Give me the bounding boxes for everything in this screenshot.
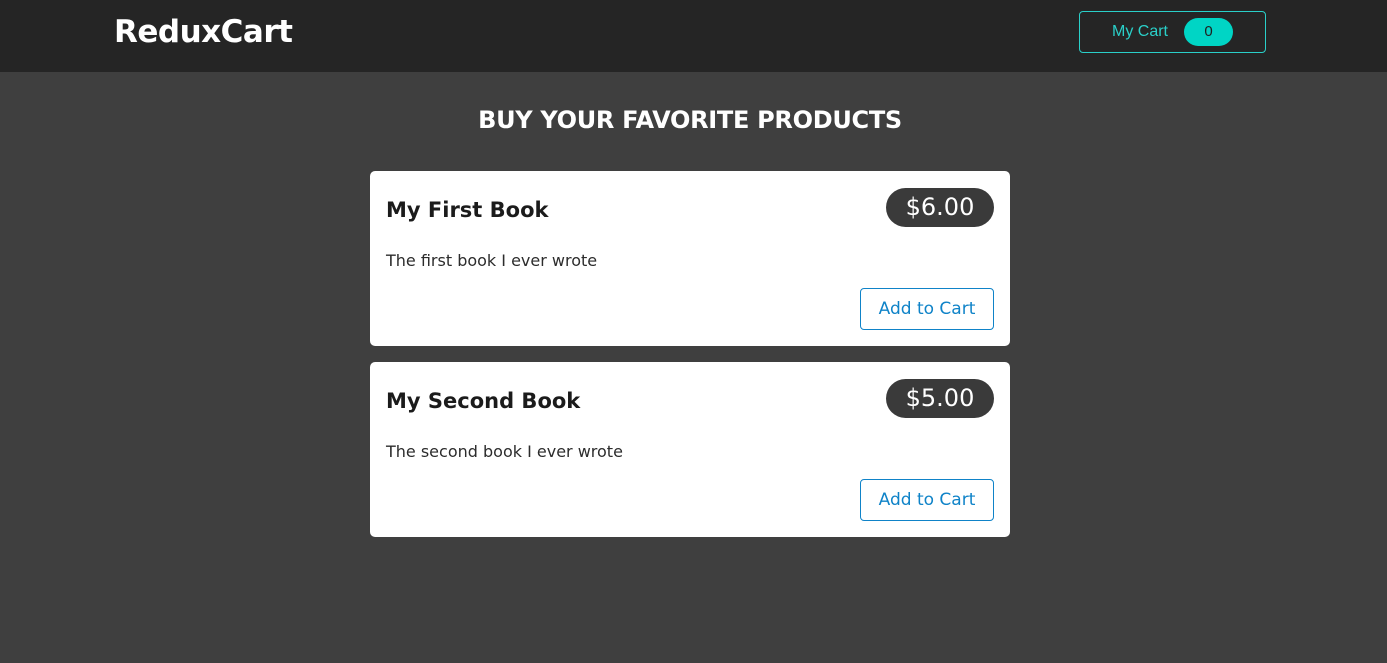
app-header: ReduxCart My Cart 0: [0, 0, 1387, 72]
add-to-cart-button[interactable]: Add to Cart: [860, 288, 994, 330]
price-badge: $5.00: [886, 379, 994, 418]
price-badge: $6.00: [886, 188, 994, 227]
add-to-cart-button[interactable]: Add to Cart: [860, 479, 994, 521]
product-card: My Second Book $5.00 The second book I e…: [370, 362, 1010, 537]
product-title: My First Book: [386, 198, 549, 222]
my-cart-button[interactable]: My Cart 0: [1079, 11, 1266, 53]
cart-label: My Cart: [1112, 23, 1168, 40]
app-logo: ReduxCart: [114, 14, 293, 50]
product-description: The second book I ever wrote: [386, 442, 623, 461]
page-title: BUY YOUR FAVORITE PRODUCTS: [478, 106, 902, 134]
product-title: My Second Book: [386, 389, 581, 413]
cart-count-badge: 0: [1184, 18, 1233, 46]
product-card: My First Book $6.00 The first book I eve…: [370, 171, 1010, 346]
product-description: The first book I ever wrote: [386, 251, 598, 270]
